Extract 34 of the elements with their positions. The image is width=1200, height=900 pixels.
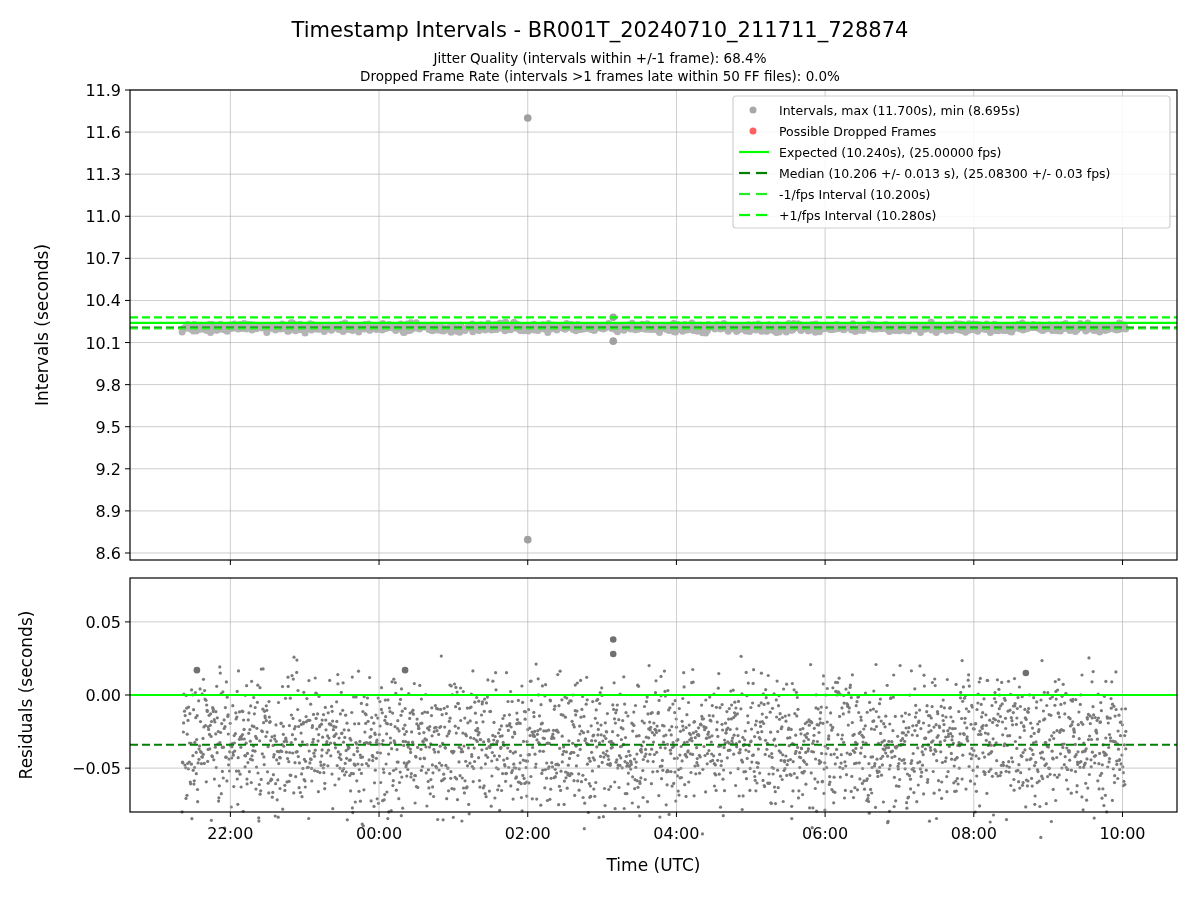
x-tick-label: 04:00 [653,824,700,843]
x-tick-label: 06:00 [802,824,849,843]
y-tick-label: 0.00 [85,686,121,705]
x-tick-label: 08:00 [950,824,997,843]
legend-label: Intervals, max (11.700s), min (8.695s) [779,102,1021,118]
y-tick-label: 8.9 [95,501,121,521]
y-tick-label: 8.6 [95,544,121,563]
y-axis-label: Residuals (seconds) [16,610,36,780]
x-axis-label: Time (UTC) [606,855,701,875]
legend-label: Median (10.206 +/- 0.013 s), (25.08300 +/- 0.03 fps) [779,165,1111,181]
y-tick-label: 9.8 [95,375,121,395]
y-tick-label: 9.2 [95,459,121,479]
chart-subtitle: Jitter Quality (intervals within +/-1 frame): 68.4% [433,50,767,66]
y-tick-label: 11.3 [85,165,121,185]
y-tick-label: 11.0 [85,207,121,227]
y-tick-label: 11.9 [85,81,121,100]
x-tick-label: 02:00 [504,824,551,843]
y-tick-label: 0.05 [85,612,121,632]
y-tick-label: 9.5 [95,417,121,437]
legend-label: Expected (10.240s), (25.00000 fps) [779,144,1002,160]
y-tick-label: 10.4 [85,291,121,311]
legend-label: -1/fps Interval (10.200s) [779,186,931,202]
chart-title: Timestamp Intervals - BR001T_20240710_211711_728874 [291,18,909,42]
x-tick-label: 22:00 [207,824,254,843]
legend-label: Possible Dropped Frames [779,123,937,139]
y-axis-label: Intervals (seconds) [32,243,52,407]
chart-subtitle: Dropped Frame Rate (intervals >1 frames late within 50 FF files): 0.0% [360,68,840,84]
y-tick-label: 11.6 [85,123,121,143]
y-tick-label: 10.1 [85,333,121,353]
x-tick-label: 10:00 [1099,824,1146,843]
x-tick-label: 00:00 [356,824,403,843]
y-tick-label: −0.05 [71,759,121,779]
y-tick-label: 10.7 [85,249,121,269]
legend-label: +1/fps Interval (10.280s) [779,207,937,223]
